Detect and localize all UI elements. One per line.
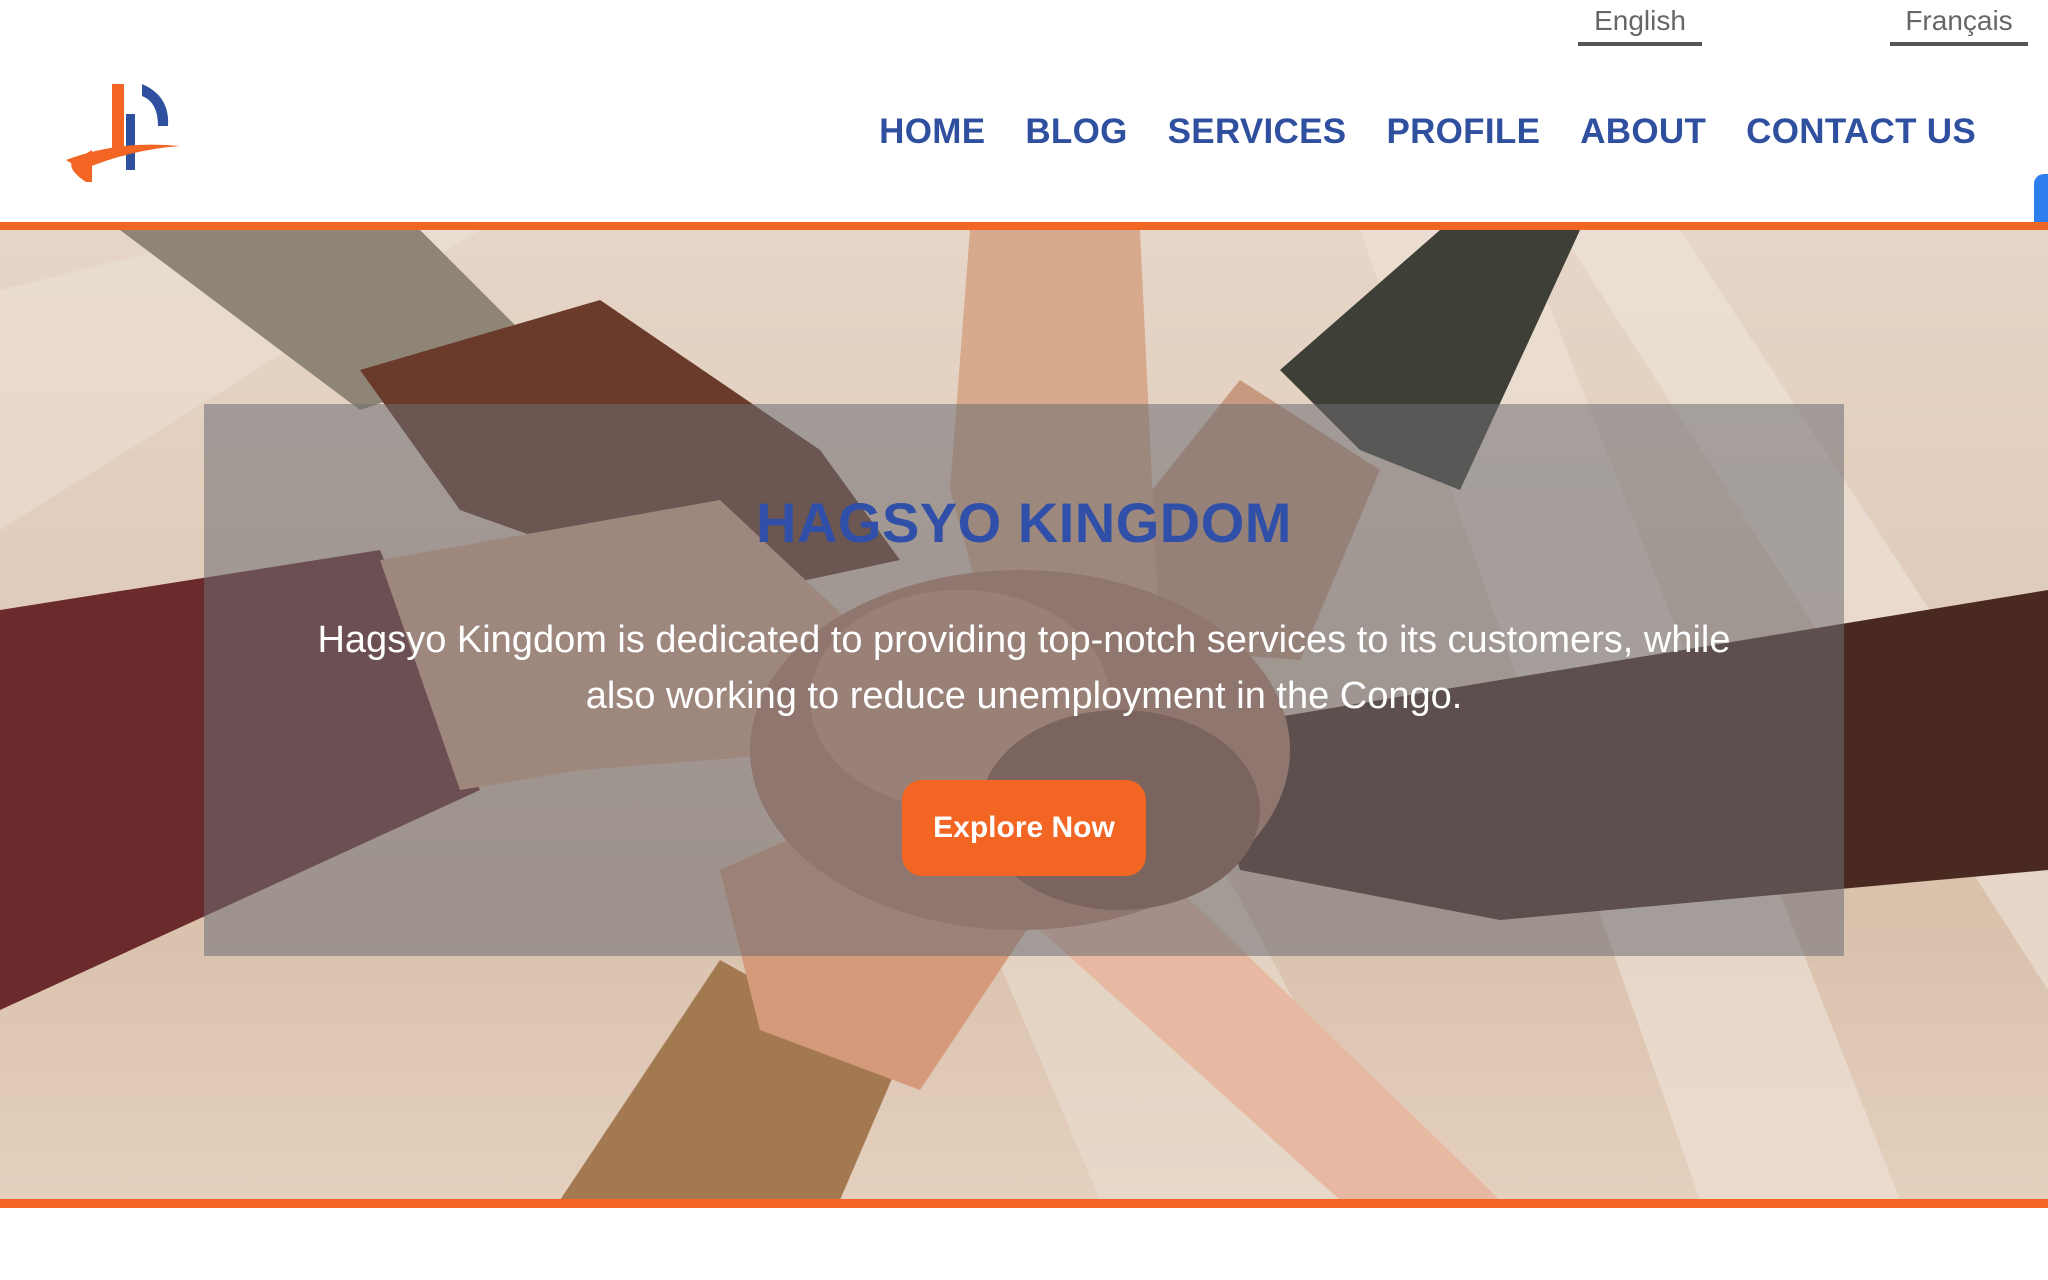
hero-bottom-divider [0,1199,2048,1208]
nav-contact-us[interactable]: CONTACT US [1746,112,1976,152]
hero-section: HAGSYO KINGDOM Hagsyo Kingdom is dedicat… [0,230,2048,1200]
page: English Français HOME BLOG SERVICES PROF… [0,0,2048,1280]
language-english-link[interactable]: English [1578,4,1702,46]
site-header: HOME BLOG SERVICES PROFILE ABOUT CONTACT… [0,46,2048,272]
main-navigation: HOME BLOG SERVICES PROFILE ABOUT CONTACT… [879,112,1976,152]
nav-blog[interactable]: BLOG [1025,112,1127,152]
hero-overlay-card: HAGSYO KINGDOM Hagsyo Kingdom is dedicat… [204,404,1844,956]
hero-description: Hagsyo Kingdom is dedicated to providing… [317,619,1731,717]
language-french-link[interactable]: Français [1890,4,2028,46]
nav-about[interactable]: ABOUT [1580,112,1706,152]
explore-now-button[interactable]: Explore Now [902,780,1146,876]
hagsyo-logo[interactable] [58,74,188,204]
nav-profile[interactable]: PROFILE [1386,112,1540,152]
nav-services[interactable]: SERVICES [1168,112,1347,152]
hero-title: HAGSYO KINGDOM [756,491,1292,554]
header-divider [0,222,2048,230]
language-switch: English Français [1448,0,2048,46]
nav-home[interactable]: HOME [879,112,985,152]
